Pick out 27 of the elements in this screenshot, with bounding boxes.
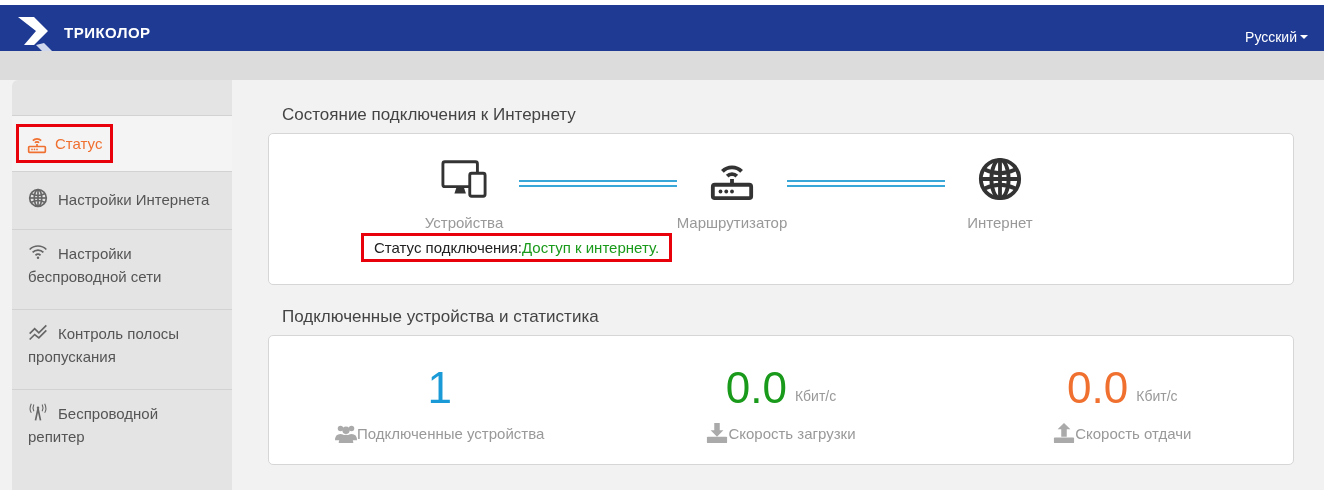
sidebar-item[interactable]: Настройки беспроводной сети	[12, 229, 232, 309]
logo-text: ТРИКОЛОР	[64, 23, 151, 41]
sidebar-item[interactable]: Контроль полосы пропускания	[12, 309, 232, 389]
connection-status: Статус подключения:Доступ к интернету.	[361, 233, 673, 262]
sidebar-item[interactable]: Беспроводной репитер	[12, 389, 232, 469]
antenna-icon	[28, 402, 48, 422]
sidebar-item[interactable]: Настройки Интернета	[12, 171, 232, 229]
download-icon	[706, 422, 729, 444]
wifi-icon	[28, 242, 48, 262]
stat-label: Скорость загрузки	[728, 424, 856, 442]
node-label: Устройства	[424, 214, 504, 231]
node-label: Интернет	[967, 214, 1033, 231]
stat-value: 0.0	[1067, 366, 1129, 410]
stat-label: Скорость отдачи	[1075, 424, 1192, 442]
stat-unit: Кбит/с	[1136, 388, 1178, 406]
globe-icon	[977, 156, 1023, 202]
stat-label: Подключенные устройства	[357, 424, 545, 442]
globe-icon	[28, 188, 48, 208]
stat-unit: Кбит/с	[794, 388, 837, 406]
node-label: Маршрутизатор	[676, 214, 788, 231]
upload-icon	[1053, 422, 1076, 444]
section-title: Состояние подключения к Интернету	[282, 105, 577, 125]
language-dropdown[interactable]: Русский	[1245, 29, 1308, 45]
stat-value: 1	[427, 366, 452, 410]
stat-value: 0.0	[725, 366, 787, 410]
chart-icon	[28, 322, 48, 342]
section-title: Подключенные устройства и статистика	[282, 307, 600, 327]
